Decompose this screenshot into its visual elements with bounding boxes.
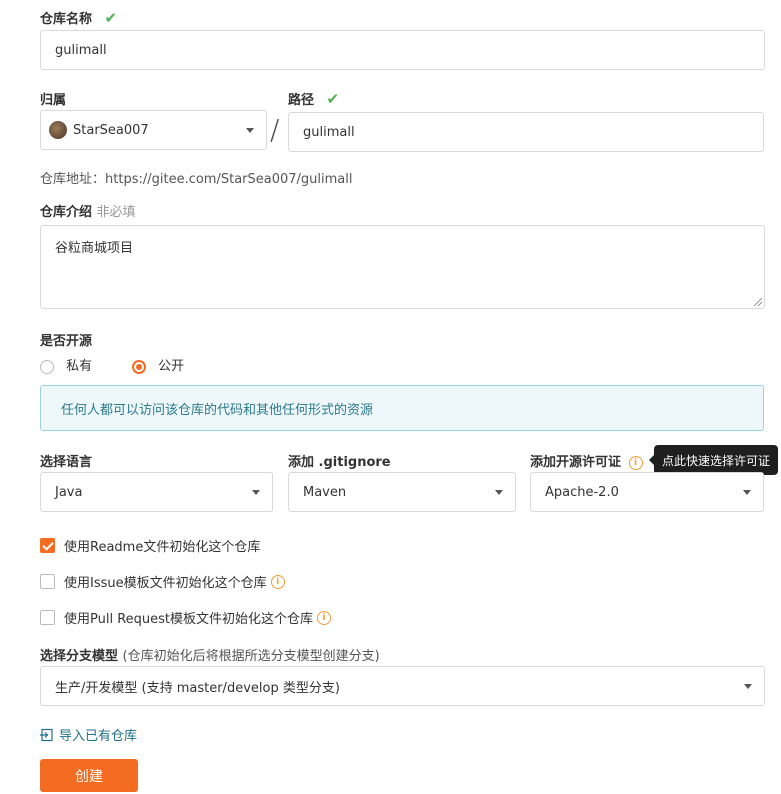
info-icon[interactable]: i	[270, 574, 285, 589]
init-readme-option[interactable]: 使用Readme文件初始化这个仓库	[40, 536, 260, 555]
license-tooltip: 点此快速选择许可证	[649, 445, 778, 475]
owner-label: 归属	[40, 93, 67, 108]
license-select[interactable]: Apache-2.0	[530, 472, 764, 512]
checkbox-icon[interactable]	[40, 610, 55, 625]
language-label: 选择语言	[40, 455, 93, 470]
chevron-down-icon	[744, 684, 752, 689]
check-icon: ✔	[104, 9, 118, 27]
gitignore-label: 添加 .gitignore	[288, 455, 391, 470]
init-issue-option[interactable]: 使用Issue模板文件初始化这个仓库 i	[40, 572, 285, 591]
repo-url: 仓库地址：https://gitee.com/StarSea007/gulima…	[40, 172, 353, 187]
language-select[interactable]: Java	[40, 472, 273, 512]
branch-model-select[interactable]: 生产/开发模型 (支持 master/develop 类型分支)	[40, 666, 765, 706]
resize-handle-icon[interactable]	[754, 298, 762, 306]
import-repo-link[interactable]: 导入已有仓库	[40, 725, 137, 744]
repo-name-input[interactable]: gulimall	[40, 30, 765, 70]
check-icon: ✔	[326, 90, 340, 108]
info-icon[interactable]: i	[317, 610, 332, 625]
checkbox-checked-icon[interactable]	[40, 538, 55, 553]
repo-name-label: 仓库名称 ✔	[40, 9, 118, 27]
info-icon[interactable]: i	[628, 455, 643, 470]
import-icon	[40, 728, 53, 741]
create-button[interactable]: 创建	[40, 759, 138, 792]
visibility-notice: 任何人都可以访问该仓库的代码和其他任何形式的资源	[40, 385, 764, 431]
gitignore-select[interactable]: Maven	[288, 472, 516, 512]
path-separator: /	[270, 113, 280, 146]
tooltip-arrow	[649, 455, 654, 465]
license-label: 添加开源许可证 i	[530, 451, 643, 470]
radio-selected-icon[interactable]	[132, 359, 146, 374]
description-label: 仓库介绍 非必填	[40, 205, 136, 220]
chevron-down-icon	[246, 128, 254, 133]
checkbox-icon[interactable]	[40, 574, 55, 589]
branch-model-label: 选择分支模型 (仓库初始化后将根据所选分支模型创建分支)	[40, 649, 380, 664]
init-pr-option[interactable]: 使用Pull Request模板文件初始化这个仓库 i	[40, 608, 332, 627]
radio-public[interactable]: 公开	[132, 355, 184, 374]
chevron-down-icon	[495, 490, 503, 495]
radio-icon[interactable]	[40, 359, 54, 374]
visibility-label: 是否开源	[40, 334, 93, 349]
chevron-down-icon	[743, 490, 751, 495]
path-label: 路径 ✔	[288, 90, 340, 108]
avatar	[49, 121, 67, 139]
description-textarea[interactable]: 谷粒商城项目	[40, 225, 765, 309]
radio-private[interactable]: 私有	[40, 355, 92, 374]
path-input[interactable]: gulimall	[288, 112, 764, 152]
owner-select[interactable]: StarSea007	[40, 110, 267, 150]
chevron-down-icon	[252, 490, 260, 495]
